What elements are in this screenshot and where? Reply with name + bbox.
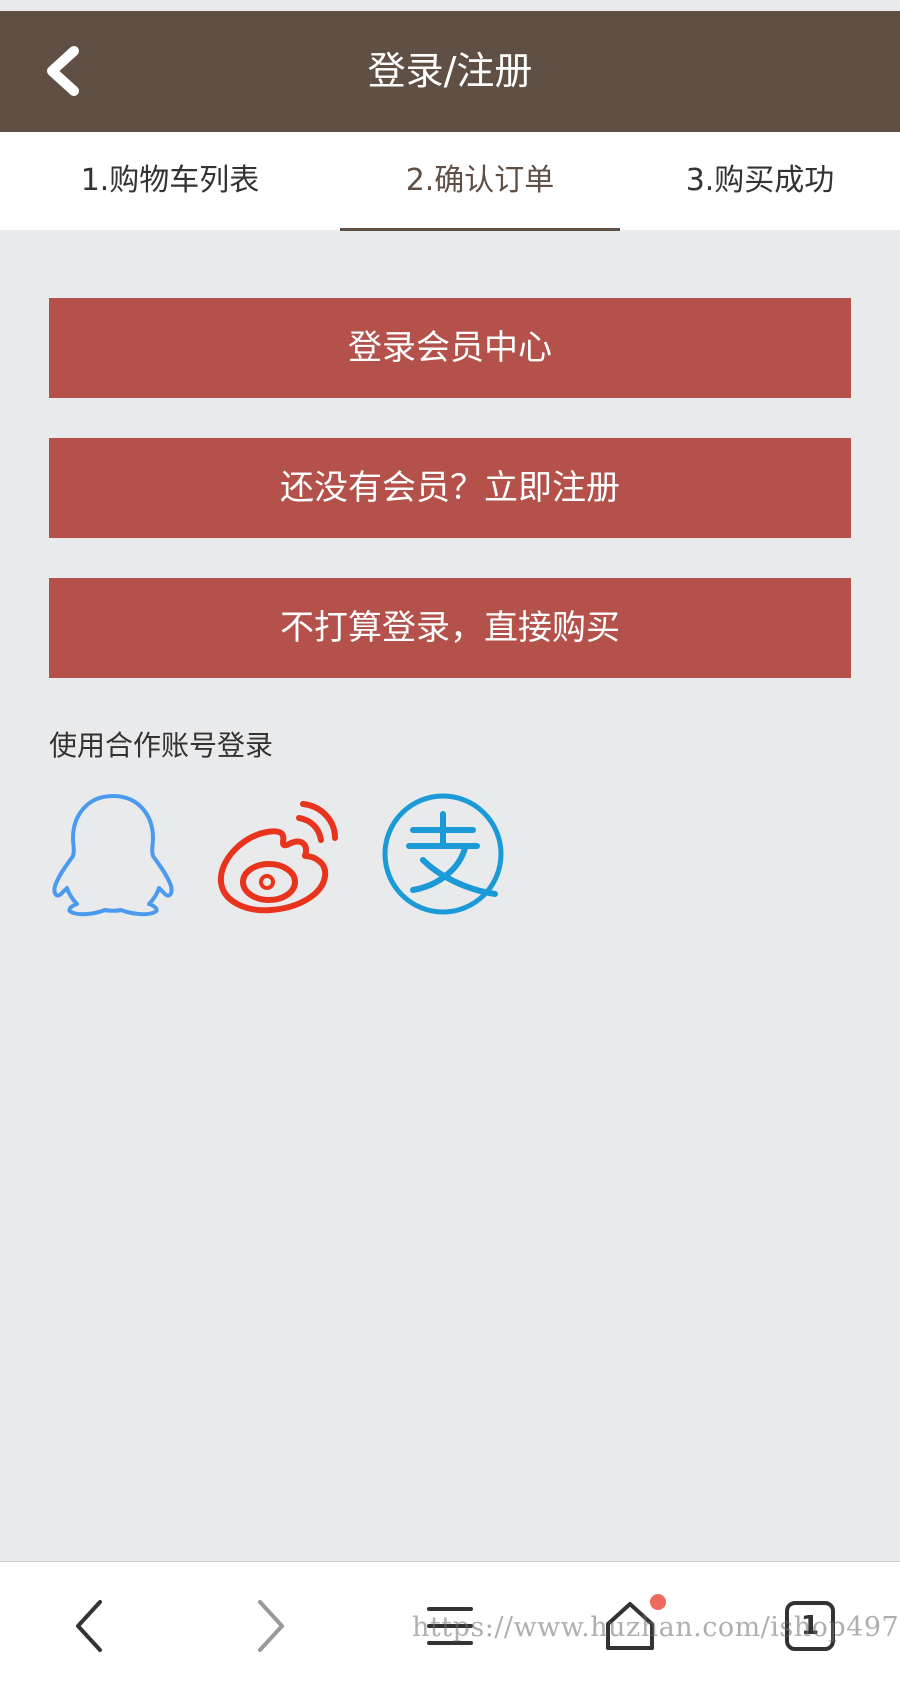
qq-icon [52,794,174,917]
step-cart-list[interactable]: 1.购物车列表 [60,132,280,230]
chevron-left-icon [76,1600,102,1652]
weibo-login-button[interactable] [213,790,341,918]
app-root: 登录/注册 1.购物车列表 2.确认订单 3.购买成功 登录会员中心 还没有会员… [0,0,900,1690]
alipay-icon [382,793,504,915]
watermark-text: https://www.huzhan.com/ishop49728 [412,1612,900,1643]
weibo-icon [217,801,338,914]
checkout-steps: 1.购物车列表 2.确认订单 3.购买成功 [0,132,900,230]
chevron-right-icon [258,1600,284,1652]
page-title: 登录/注册 [367,49,533,93]
step-confirm-order[interactable]: 2.确认订单 [340,132,620,230]
qq-login-button[interactable] [49,790,177,918]
partner-login-label: 使用合作账号登录 [49,729,274,762]
active-step-indicator [340,228,620,231]
browser-back-button[interactable] [55,1591,125,1661]
alipay-login-button[interactable] [379,790,507,918]
step-purchase-success[interactable]: 3.购买成功 [660,132,860,230]
guest-buy-button[interactable]: 不打算登录，直接购买 [49,578,851,678]
browser-forward-button[interactable] [235,1591,305,1661]
login-member-button[interactable]: 登录会员中心 [49,298,851,398]
register-button[interactable]: 还没有会员？立即注册 [49,438,851,538]
home-notification-dot [650,1594,666,1610]
top-header: 登录/注册 [0,11,900,132]
